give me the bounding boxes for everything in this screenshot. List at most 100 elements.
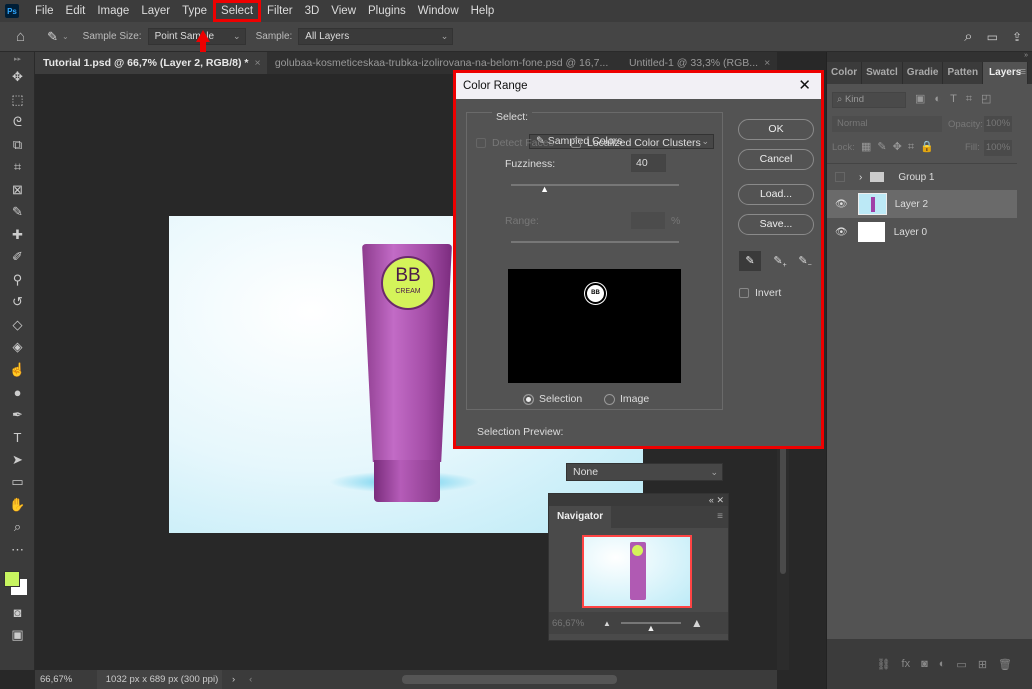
frame-tool-icon[interactable]: ⊠ xyxy=(0,179,35,202)
menu-select[interactable]: Select xyxy=(213,0,262,22)
more-tools-icon[interactable]: ⋯ xyxy=(0,539,35,562)
navigator-tab[interactable]: Navigator xyxy=(549,506,612,528)
collapse-icon[interactable]: « xyxy=(709,495,714,505)
share-icon[interactable]: ⇪ xyxy=(1012,30,1022,44)
menu-image[interactable]: Image xyxy=(91,0,135,22)
paint-bucket-icon[interactable]: ◈ xyxy=(0,336,35,359)
zoom-in-icon[interactable]: ▲ xyxy=(691,616,703,630)
color-swatches[interactable] xyxy=(0,561,34,601)
trash-icon[interactable]: 🗑 xyxy=(998,658,1012,671)
chevron-right-icon[interactable]: › xyxy=(859,172,862,183)
dodge-tool-icon[interactable]: ● xyxy=(0,381,35,404)
invert-checkbox[interactable]: Invert xyxy=(739,287,781,299)
eyedropper-icon[interactable]: ✎ xyxy=(739,251,761,271)
tab-color[interactable]: Color xyxy=(827,62,863,84)
tab-gradients[interactable]: Gradie xyxy=(902,62,944,84)
cancel-button[interactable]: Cancel xyxy=(738,149,814,170)
layer-0[interactable]: 👁 Layer 0 xyxy=(827,218,1017,246)
stamp-tool-icon[interactable]: ⚲ xyxy=(0,269,35,292)
eye-icon[interactable]: 👁 xyxy=(835,199,848,210)
rectangle-tool-icon[interactable]: ▭ xyxy=(0,471,35,494)
lock-icons[interactable]: ▦✎✥⌗🔒 xyxy=(861,140,940,154)
zoom-out-icon[interactable]: ▲ xyxy=(603,619,611,628)
horizontal-scrollbar[interactable] xyxy=(402,675,618,684)
fx-icon[interactable]: fx xyxy=(902,658,911,670)
menu-edit[interactable]: Edit xyxy=(60,0,92,22)
workspace-icon[interactable]: ▭ xyxy=(987,30,998,44)
eye-icon[interactable]: 👁 xyxy=(835,227,848,238)
panel-menu-icon[interactable]: ≡ xyxy=(1020,66,1026,78)
foreground-color-swatch[interactable] xyxy=(4,571,20,587)
ok-button[interactable]: OK xyxy=(738,119,814,140)
visibility-toggle[interactable] xyxy=(835,172,845,182)
menu-plugins[interactable]: Plugins xyxy=(362,0,412,22)
panel-menu-icon[interactable]: ≡ xyxy=(717,511,723,522)
close-tab-icon[interactable]: × xyxy=(255,57,261,69)
close-panel-icon[interactable]: ✕ xyxy=(716,495,724,505)
crop-tool-icon[interactable]: ⌗ xyxy=(0,156,35,179)
hand-tool-icon[interactable]: ✋ xyxy=(0,494,35,517)
image-radio[interactable]: Image xyxy=(604,393,649,405)
fuzziness-input[interactable]: 40 xyxy=(631,154,666,172)
new-group-icon[interactable]: ▭ xyxy=(956,658,966,671)
load-button[interactable]: Load... xyxy=(738,184,814,205)
menu-help[interactable]: Help xyxy=(465,0,501,22)
move-tool-icon[interactable]: ✥ xyxy=(0,66,35,89)
eyedropper-tool-icon[interactable]: ✎ xyxy=(47,29,58,45)
selection-radio[interactable]: Selection xyxy=(523,393,582,405)
collapse-icon[interactable]: » xyxy=(827,52,1032,62)
opacity-input[interactable]: 100% xyxy=(984,116,1012,132)
save-button[interactable]: Save... xyxy=(738,214,814,235)
subtract-from-sample-eyedropper-icon[interactable]: ✎− xyxy=(794,251,816,271)
path-select-icon[interactable]: ➤ xyxy=(0,449,35,472)
close-icon[interactable]: ✕ xyxy=(798,73,811,99)
fill-input[interactable]: 100% xyxy=(984,140,1012,156)
smudge-tool-icon[interactable]: ☝ xyxy=(0,359,35,382)
quick-mask-icon[interactable]: ◙ xyxy=(0,601,35,624)
eraser-tool-icon[interactable]: ◇ xyxy=(0,314,35,337)
filter-icons[interactable]: ▣◐T⌗◰ xyxy=(915,92,1000,106)
lasso-tool-icon[interactable]: ᘓ xyxy=(0,111,35,134)
menu-window[interactable]: Window xyxy=(412,0,465,22)
screen-mode-icon[interactable]: ▣ xyxy=(0,624,35,647)
filter-kind-select[interactable]: ⌕ Kind xyxy=(832,92,906,108)
zoom-tool-icon[interactable]: ⌕ xyxy=(0,516,35,539)
search-icon[interactable]: ⌕ xyxy=(964,28,972,45)
tab-tutorial[interactable]: Tutorial 1.psd @ 66,7% (Layer 2, RGB/8) … xyxy=(35,52,267,74)
chevron-down-icon[interactable]: ⌄ xyxy=(62,32,69,41)
close-tab-icon[interactable]: × xyxy=(764,57,770,69)
menu-3d[interactable]: 3D xyxy=(299,0,326,22)
marquee-tool-icon[interactable]: ⬚ xyxy=(0,89,35,112)
collapse-icon[interactable]: ▸▸ xyxy=(0,52,35,66)
sample-select[interactable]: All Layers ⌄ xyxy=(298,28,454,45)
pen-tool-icon[interactable]: ✒ xyxy=(0,404,35,427)
home-icon[interactable]: ⌂ xyxy=(16,28,25,45)
fuzziness-slider[interactable]: ▲ xyxy=(511,184,679,194)
navigator-zoom-slider[interactable]: ▲ xyxy=(620,622,681,633)
localized-clusters-checkbox[interactable]: Localized Color Clusters xyxy=(571,137,701,149)
new-layer-icon[interactable]: ⊞ xyxy=(978,658,987,671)
menu-filter[interactable]: Filter xyxy=(261,0,299,22)
tab-swatches[interactable]: Swatcl xyxy=(862,62,903,84)
eyedropper-tool-icon[interactable]: ✎ xyxy=(0,201,35,224)
adjustment-icon[interactable]: ◐ xyxy=(939,658,946,670)
menu-view[interactable]: View xyxy=(325,0,362,22)
chevron-right-icon[interactable]: › xyxy=(232,674,235,685)
brush-tool-icon[interactable]: ✐ xyxy=(0,246,35,269)
link-icon[interactable]: ⛓ xyxy=(877,658,891,671)
add-to-sample-eyedropper-icon[interactable]: ✎+ xyxy=(769,251,791,271)
menu-type[interactable]: Type xyxy=(176,0,213,22)
object-select-tool-icon[interactable]: ⧉ xyxy=(0,134,35,157)
mask-icon[interactable]: ◙ xyxy=(921,658,928,670)
detect-faces-checkbox[interactable]: Detect Faces xyxy=(476,137,554,149)
blend-mode-select[interactable]: Normal xyxy=(832,116,942,132)
navigator-zoom-value[interactable]: 66,67% xyxy=(549,618,595,629)
type-tool-icon[interactable]: T xyxy=(0,426,35,449)
chevron-left-icon[interactable]: ‹ xyxy=(249,674,252,685)
menu-layer[interactable]: Layer xyxy=(135,0,176,22)
layer-group-1[interactable]: › Group 1 xyxy=(827,163,1017,190)
menu-file[interactable]: File xyxy=(29,0,60,22)
zoom-level[interactable]: 66,67% xyxy=(35,674,97,685)
layer-2[interactable]: 👁 Layer 2 xyxy=(827,190,1017,218)
tab-patterns[interactable]: Patten xyxy=(943,62,984,84)
